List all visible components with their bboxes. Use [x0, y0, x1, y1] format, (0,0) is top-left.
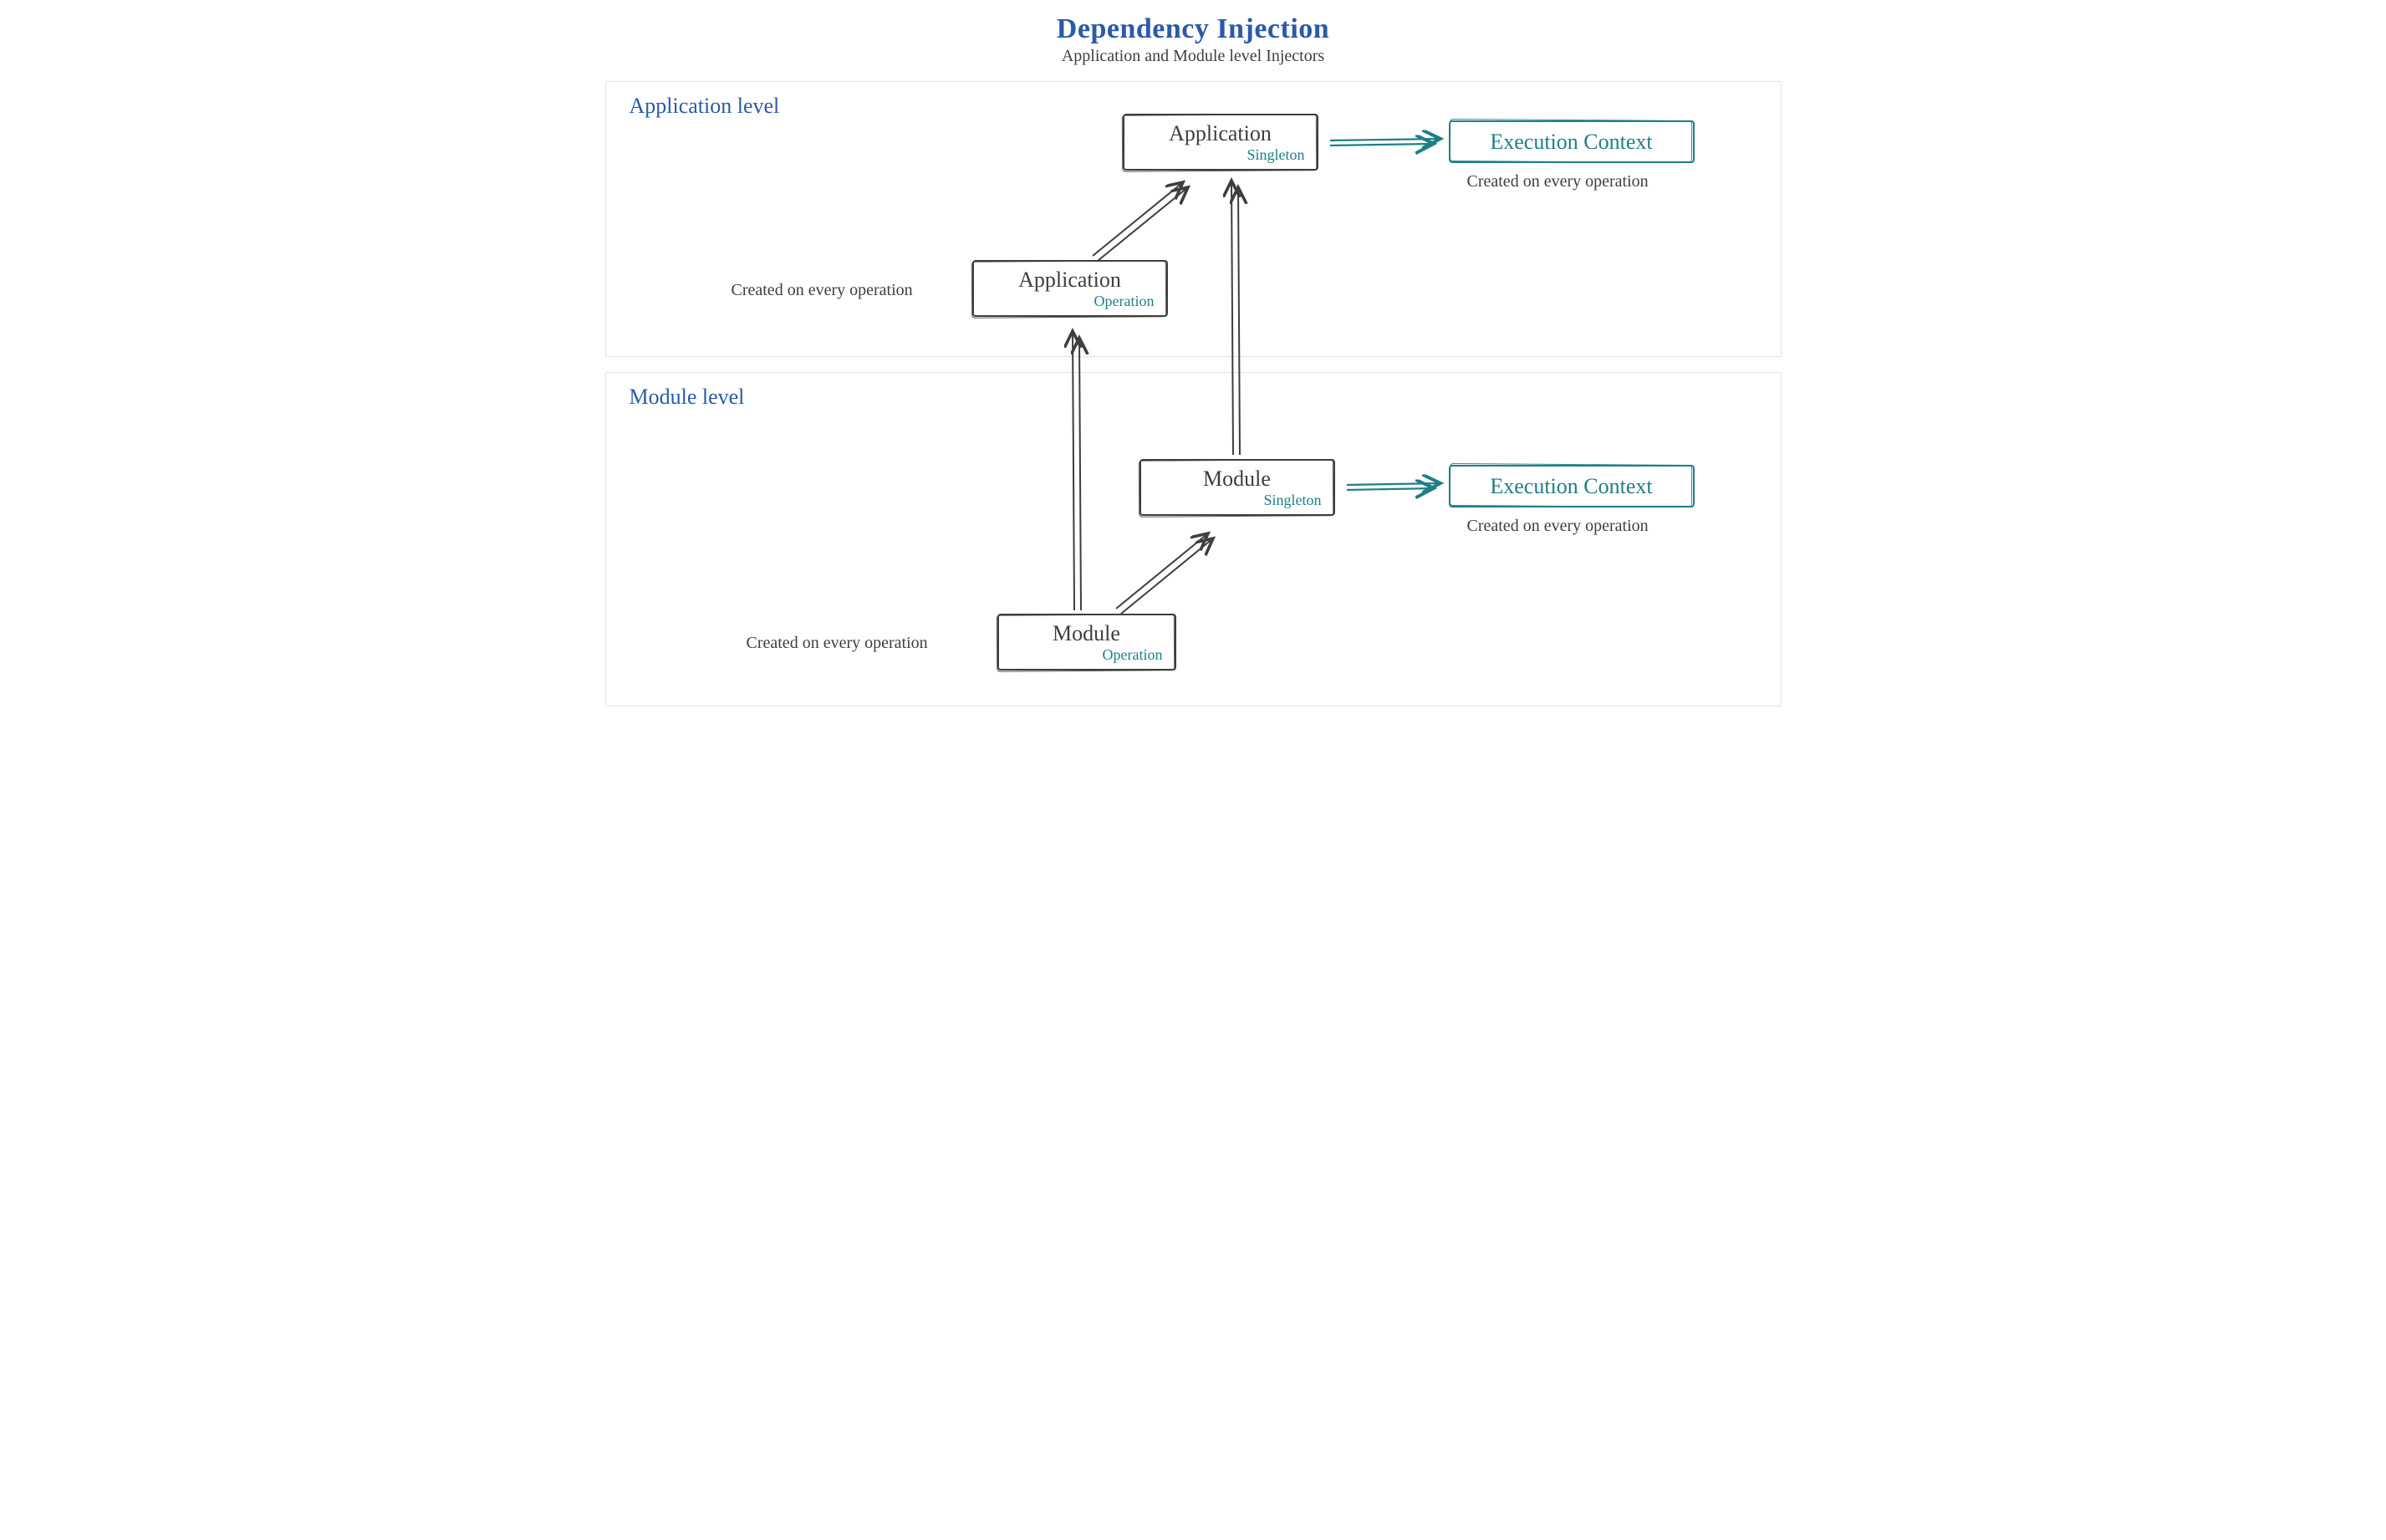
module-level-panel: Module level Module Singleton Execution … [605, 372, 1782, 706]
arrow-module-singleton-to-context [1347, 483, 1440, 490]
application-context-name: Execution Context [1462, 130, 1681, 153]
application-context-box: Execution Context [1450, 122, 1693, 161]
module-level-label: Module level [630, 385, 745, 410]
module-context-caption: Created on every operation [1467, 517, 1649, 536]
module-singleton-box: Module Singleton [1141, 461, 1333, 514]
module-context-box: Execution Context [1450, 467, 1693, 506]
module-level-arrows [606, 373, 1781, 706]
application-context-caption: Created on every operation [1467, 172, 1649, 191]
diagram-root: Dependency Injection Application and Mod… [597, 0, 1790, 738]
application-operation-caption: Created on every operation [732, 281, 913, 300]
diagram-subtitle: Application and Module level Injectors [604, 47, 1783, 66]
arrow-app-operation-to-singleton [1093, 182, 1188, 261]
module-singleton-name: Module [1153, 467, 1322, 490]
application-level-panel: Application level Application Singleton … [605, 81, 1782, 357]
diagram-title: Dependency Injection [604, 13, 1783, 45]
module-singleton-tag: Singleton [1153, 492, 1322, 509]
module-context-name: Execution Context [1462, 475, 1681, 497]
module-operation-caption: Created on every operation [747, 634, 928, 653]
application-operation-name: Application [986, 268, 1155, 291]
arrow-module-operation-to-module-singleton [1116, 533, 1213, 614]
application-operation-box: Application Operation [974, 262, 1166, 315]
module-operation-tag: Operation [1011, 646, 1163, 664]
application-singleton-box: Application Singleton [1124, 115, 1317, 169]
arrow-app-singleton-to-context [1330, 139, 1440, 145]
application-level-label: Application level [630, 94, 780, 119]
arrow-module-operation-to-app-operation [1073, 331, 1081, 610]
module-operation-box: Module Operation [999, 615, 1175, 669]
application-singleton-tag: Singleton [1136, 146, 1305, 164]
application-singleton-name: Application [1136, 122, 1305, 145]
module-operation-name: Module [1011, 622, 1163, 645]
application-operation-tag: Operation [986, 293, 1155, 310]
